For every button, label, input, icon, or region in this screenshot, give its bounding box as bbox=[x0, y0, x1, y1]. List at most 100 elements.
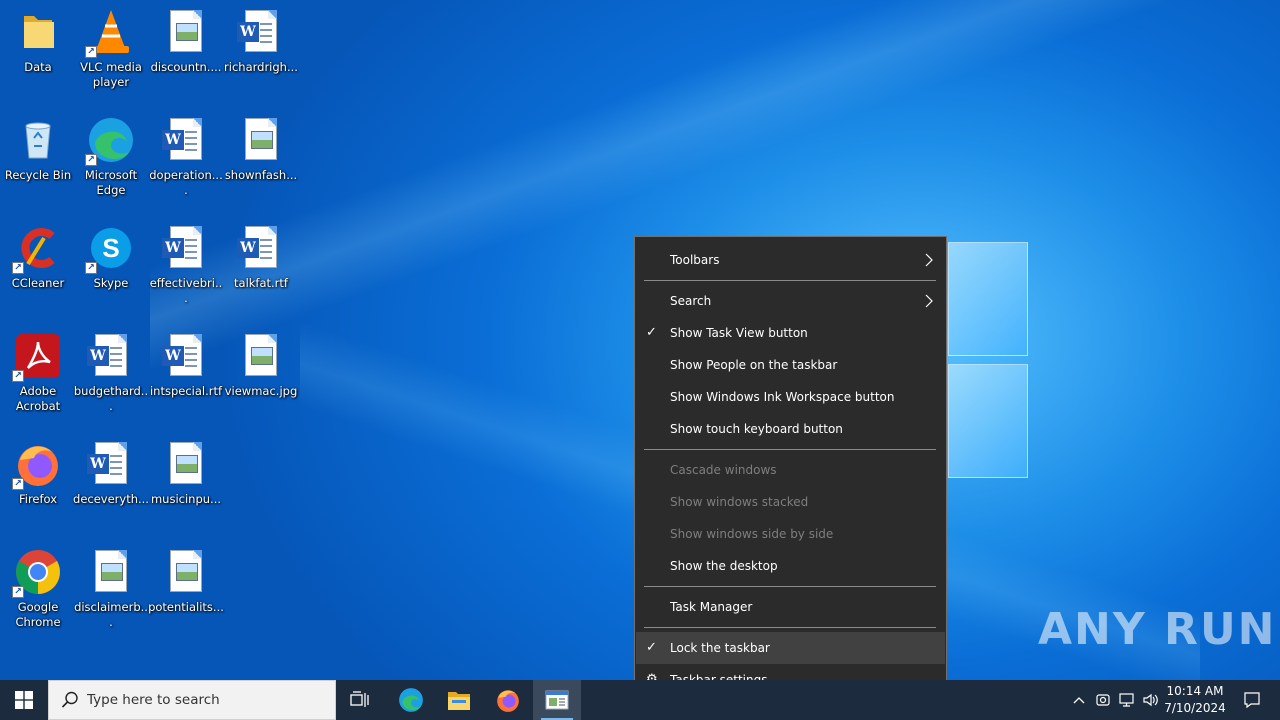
word-document-icon: W bbox=[162, 224, 210, 272]
desktop-icon-data[interactable]: Data bbox=[0, 2, 76, 106]
desktop-icon-label: Google Chrome bbox=[15, 600, 61, 629]
chrome-icon: ↗ bbox=[12, 548, 62, 598]
notification-icon bbox=[1244, 692, 1260, 709]
folder-icon bbox=[14, 8, 62, 56]
desktop-icon-file[interactable]: W budgethard... bbox=[73, 326, 149, 430]
desktop-icon-label: potentialits... bbox=[148, 600, 224, 614]
word-document-icon: W bbox=[87, 332, 135, 380]
menu-item-show-windows-stacked: Show windows stacked bbox=[670, 495, 809, 509]
desktop-icon-label: talkfat.rtf bbox=[234, 276, 288, 290]
desktop-icon-label: viewmac.jpg bbox=[224, 384, 298, 398]
desktop-icon-recycle-bin[interactable]: Recycle Bin bbox=[0, 110, 76, 214]
task-view-icon bbox=[350, 691, 369, 707]
camera-icon bbox=[1096, 694, 1110, 706]
menu-item-show-touch-keyboard[interactable]: Show touch keyboard button bbox=[636, 413, 945, 445]
menu-item-show-ink-workspace[interactable]: Show Windows Ink Workspace button bbox=[636, 381, 945, 413]
menu-separator bbox=[644, 449, 936, 450]
edge-icon: ↗ bbox=[85, 116, 135, 166]
desktop-icon-file[interactable]: W talkfat.rtf bbox=[223, 218, 299, 322]
desktop-icon-skype[interactable]: S ↗ Skype bbox=[73, 218, 149, 322]
menu-item-show-people[interactable]: Show People on the taskbar bbox=[636, 349, 945, 381]
desktop-icon-file[interactable]: W intspecial.rtf bbox=[148, 326, 224, 430]
desktop-icon-label: discountn.... bbox=[150, 60, 222, 74]
desktop-icon-file[interactable]: musicinpu... bbox=[148, 434, 224, 538]
word-document-icon: W bbox=[237, 8, 285, 56]
clock-time: 10:14 AM bbox=[1166, 684, 1224, 698]
tray-network-button[interactable] bbox=[1116, 680, 1138, 720]
svg-text:S: S bbox=[102, 233, 119, 263]
action-center-button[interactable] bbox=[1232, 680, 1272, 720]
menu-separator bbox=[644, 280, 936, 281]
task-view-button[interactable] bbox=[336, 680, 384, 720]
image-file-icon bbox=[162, 440, 210, 488]
desktop-icon-file[interactable]: W doperation.... bbox=[148, 110, 224, 214]
recycle-bin-icon bbox=[14, 116, 62, 164]
desktop-icon-label: shownfash... bbox=[224, 168, 298, 182]
menu-item-show-task-view-button[interactable]: ✓ Show Task View button bbox=[636, 317, 945, 349]
desktop-icon-edge[interactable]: ↗ Microsoft Edge bbox=[73, 110, 149, 214]
windows-logo-icon bbox=[15, 691, 33, 709]
desktop-icon-label: disclaimerb... bbox=[74, 600, 148, 629]
image-file-icon bbox=[237, 116, 285, 164]
desktop-icon-chrome[interactable]: ↗ Google Chrome bbox=[0, 542, 76, 646]
menu-item-search[interactable]: Search bbox=[636, 285, 945, 317]
search-input[interactable] bbox=[87, 692, 317, 708]
desktop-icon-label: Microsoft Edge bbox=[84, 168, 138, 197]
desktop-icon-label: effectivebri... bbox=[149, 276, 223, 305]
desktop-icon-file[interactable]: potentialits... bbox=[148, 542, 224, 646]
desktop-icon-label: VLC media player bbox=[80, 60, 142, 89]
desktop-icon-file[interactable]: shownfash... bbox=[223, 110, 299, 214]
image-file-icon bbox=[87, 548, 135, 596]
taskbar-clock[interactable]: 10:14 AM 7/10/2024 bbox=[1158, 680, 1232, 720]
desktop-icon-label: Recycle Bin bbox=[4, 168, 72, 182]
file-explorer-icon bbox=[448, 692, 470, 710]
chevron-up-icon bbox=[1073, 697, 1085, 704]
word-document-icon: W bbox=[162, 116, 210, 164]
checkmark-icon: ✓ bbox=[646, 325, 657, 340]
taskbar-edge-button[interactable] bbox=[387, 680, 435, 720]
clock-date: 7/10/2024 bbox=[1164, 701, 1226, 715]
chevron-right-icon bbox=[925, 294, 933, 308]
desktop-icon-vlc[interactable]: ↗ VLC media player bbox=[73, 2, 149, 106]
vlc-icon: ↗ bbox=[85, 8, 135, 58]
desktop-icon-file[interactable]: W richardrigh... bbox=[223, 2, 299, 106]
desktop-icon-file[interactable]: disclaimerb... bbox=[73, 542, 149, 646]
tray-meet-now-button[interactable] bbox=[1092, 680, 1114, 720]
search-icon bbox=[61, 691, 78, 708]
edge-icon bbox=[399, 688, 423, 712]
taskbar-search-box[interactable] bbox=[48, 680, 336, 720]
word-document-icon: W bbox=[237, 224, 285, 272]
start-button[interactable] bbox=[0, 680, 48, 720]
desktop-icon-ccleaner[interactable]: ↗ CCleaner bbox=[0, 218, 76, 322]
taskbar-active-window-button[interactable] bbox=[533, 680, 581, 720]
desktop-icon-label: richardrigh... bbox=[224, 60, 298, 74]
word-document-icon: W bbox=[162, 332, 210, 380]
word-document-icon: W bbox=[87, 440, 135, 488]
menu-item-lock-the-taskbar[interactable]: ✓ Lock the taskbar bbox=[636, 632, 945, 664]
active-window-icon bbox=[545, 690, 569, 710]
desktop-icon-file[interactable]: discountn.... bbox=[148, 2, 224, 106]
desktop-icon-file[interactable]: viewmac.jpg bbox=[223, 326, 299, 430]
desktop-icon-file[interactable]: W deceveryth... bbox=[73, 434, 149, 538]
menu-item-cascade-windows: Cascade windows bbox=[670, 463, 777, 477]
desktop-icon-acrobat[interactable]: ↗ Adobe Acrobat bbox=[0, 326, 76, 430]
menu-item-task-manager[interactable]: Task Manager bbox=[636, 591, 945, 623]
desktop-icon-label: budgethard... bbox=[73, 384, 149, 413]
checkmark-icon: ✓ bbox=[646, 640, 657, 655]
ccleaner-icon: ↗ bbox=[12, 224, 62, 274]
image-file-icon bbox=[237, 332, 285, 380]
chevron-right-icon bbox=[925, 253, 933, 267]
firefox-icon bbox=[497, 690, 519, 712]
taskbar-file-explorer-button[interactable] bbox=[435, 680, 483, 720]
menu-item-toolbars[interactable]: Toolbars bbox=[636, 244, 945, 276]
menu-item-show-the-desktop[interactable]: Show the desktop bbox=[636, 550, 945, 582]
desktop-icon-label: Skype bbox=[93, 276, 129, 290]
desktop-icon-label: CCleaner bbox=[11, 276, 65, 290]
show-hidden-icons-button[interactable] bbox=[1068, 680, 1090, 720]
taskbar-firefox-button[interactable] bbox=[484, 680, 532, 720]
acrobat-icon: ↗ bbox=[12, 332, 62, 382]
desktop-icon-firefox[interactable]: ↗ Firefox bbox=[0, 434, 76, 538]
menu-item-show-windows-side-by-side: Show windows side by side bbox=[670, 527, 834, 541]
desktop-icon-file[interactable]: W effectivebri... bbox=[148, 218, 224, 322]
menu-separator bbox=[644, 586, 936, 587]
